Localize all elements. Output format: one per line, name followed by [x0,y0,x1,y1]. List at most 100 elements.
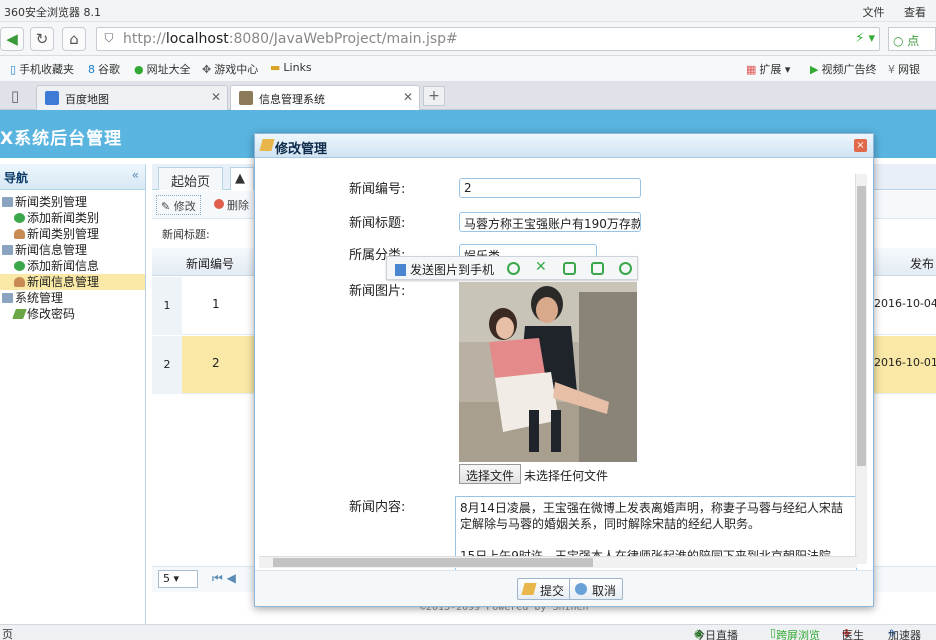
bookmark-extensions[interactable]: ▦ 扩展 ▾ [746,61,790,77]
sidebar: 导航 « 新闻类别管理 添加新闻类别 新闻类别管理 新闻信息管理 添加新闻信息 … [0,164,146,624]
add-icon [14,261,25,271]
browser-tab-info-system[interactable]: 信息管理系统 ✕ [230,85,420,110]
news-title-input[interactable]: 马蓉方称王宝强账户有190万存款 [459,212,641,232]
cloud-icon[interactable] [507,262,520,275]
pencil-icon [521,583,537,595]
phone-icon [395,264,406,276]
refresh-icon[interactable]: ↻ [30,27,54,51]
dialog-footer: 提交 取消 [255,570,873,606]
shield-icon: ⛉ [104,31,114,45]
grid-icon: ▦ [746,63,757,76]
sites-icon: ● [134,63,144,76]
tree-node-change-password[interactable]: 修改密码 [0,306,145,322]
lightning-icon[interactable]: ⚡ ▾ [855,31,875,46]
col-publish-date[interactable]: 发布 [910,255,934,272]
bank-icon: ¥ [888,63,895,76]
menu-file[interactable]: 文件 [863,6,885,19]
send-to-phone-button[interactable]: 发送图片到手机 [395,261,494,278]
close-icon[interactable]: × [854,139,867,152]
bookmark-games[interactable]: ✥ 游戏中心 [202,61,258,77]
dialog-header: 修改管理 × [255,134,873,158]
nav-tree: 新闻类别管理 添加新闻类别 新闻类别管理 新闻信息管理 添加新闻信息 新闻信息管… [0,190,145,322]
bookmarks-bar: ▯ 手机收藏夹 8 谷歌 ● 网址大全 ✥ 游戏中心 ▬ Links ▦ 扩展 ▾ ▶ 视频广… [0,56,936,82]
pencil-icon [12,309,27,319]
phone-icon: ▯ [10,63,17,76]
bookmark-google[interactable]: 8 谷歌 [88,61,120,77]
edit-button[interactable]: ✎ 修改 [156,195,201,215]
edit-dialog: 修改管理 × 新闻编号: 2 新闻标题: 马蓉方称王宝强账户有190万存款 所属… [254,133,874,607]
gamepad-icon: ✥ [202,63,212,76]
dialog-title: 修改管理 [275,142,328,157]
new-tab-button[interactable]: + [423,86,445,106]
tree-node-add-news[interactable]: 添加新闻信息 [0,258,145,274]
menu-view[interactable]: 查看 [904,6,926,19]
news-photo [459,282,637,462]
folder-icon [2,197,13,207]
bookmark-video[interactable]: ▶ 视频广告终 [810,61,876,77]
browser-nav-bar: ◀ ↻ ⌂ ⛉ http://localhost:8080/JavaWebPro… [0,22,936,56]
address-bar[interactable]: ⛉ http://localhost:8080/JavaWebProject/m… [96,27,880,51]
browser-title-bar: 360安全浏览器 8.1 文件 查看 [0,0,936,22]
user-icon [14,229,25,239]
collapse-icon[interactable]: « [132,168,139,182]
folder-icon [2,293,13,303]
vertical-scrollbar[interactable] [855,174,867,564]
tab-news-manage[interactable]: ▲ [230,167,254,190]
tree-node-add-category[interactable]: 添加新闻类别 [0,210,145,226]
status-bar: 页 ◉ 今日直播 ▯ 跨屏浏览 ✚ 医生 ✈ 加速器 [0,624,936,640]
dialog-body: 新闻编号: 2 新闻标题: 马蓉方称王宝强账户有190万存款 所属分类: 娱乐类… [259,174,859,574]
search-box[interactable]: ○ 点 [888,27,936,51]
close-tab-icon[interactable]: ✕ [211,90,221,104]
back-arrow-icon[interactable]: ◀ [0,27,24,51]
bookmark-sites[interactable]: ● 网址大全 [134,61,191,77]
status-page: 页 [2,628,13,640]
folder-icon: ▬ [270,61,281,74]
bookmark-bank[interactable]: ¥ 网银 [888,61,920,77]
scroll-thumb[interactable] [273,558,593,567]
browser-menu: 文件 查看 [847,4,927,20]
news-id-label: 新闻编号: [349,182,406,197]
scroll-thumb[interactable] [857,186,866,466]
sidebar-toggle-icon[interactable]: ▯ [4,85,26,107]
share-icon[interactable] [591,262,604,275]
cancel-icon [575,583,587,595]
url-text: http://localhost:8080/JavaWebProject/mai… [123,31,458,47]
bookmark-links[interactable]: ▬ Links [270,61,312,74]
tree-node-category-group[interactable]: 新闻类别管理 [0,194,145,210]
home-icon[interactable]: ⌂ [62,27,86,51]
first-page-icon[interactable]: ⏮ ◀ [212,571,236,586]
tab-start-page[interactable]: 起始页 [158,167,224,190]
browser-tab-baidu-map[interactable]: 百度地图 ✕ [36,85,228,110]
gear-icon[interactable] [619,262,632,275]
video-icon: ▶ [810,63,819,76]
browser-tab-bar: ▯ 百度地图 ✕ 信息管理系统 ✕ [0,82,936,110]
news-image-label: 新闻图片: [349,284,406,299]
news-content-label: 新闻内容: [349,500,406,515]
user-icon [14,277,25,287]
page-size-select[interactable]: 5 ▾ [158,570,198,588]
expand-icon[interactable]: ✕ [535,259,548,275]
bookmark-mobile[interactable]: ▯ 手机收藏夹 [10,61,74,77]
page-icon [239,91,253,105]
folder-icon [2,245,13,255]
news-title-label: 新闻标题: [349,216,406,231]
close-tab-icon[interactable]: ✕ [403,90,413,104]
submit-button[interactable]: 提交 [517,578,572,600]
browser-title: 360安全浏览器 8.1 [4,6,101,19]
save-icon[interactable] [563,262,576,275]
delete-button[interactable]: 删除 [214,197,249,213]
choose-file-button[interactable]: 选择文件 [459,464,522,484]
tree-node-news-group[interactable]: 新闻信息管理 [0,242,145,258]
tree-node-system-group[interactable]: 系统管理 [0,290,145,306]
tree-node-manage-news[interactable]: 新闻信息管理 [0,274,145,290]
tree-node-manage-category[interactable]: 新闻类别管理 [0,226,145,242]
add-icon [14,213,25,223]
status-cross-screen[interactable]: ▯ 跨屏浏览 [770,626,820,640]
col-news-id[interactable]: 新闻编号 [186,255,234,272]
query-label: 新闻标题: [162,228,210,241]
app-title: X系统后台管理 [0,129,123,149]
sidebar-header: 导航 « [0,164,145,190]
horizontal-scrollbar[interactable] [259,556,857,568]
cancel-button[interactable]: 取消 [569,578,624,600]
news-id-input[interactable]: 2 [459,178,641,198]
